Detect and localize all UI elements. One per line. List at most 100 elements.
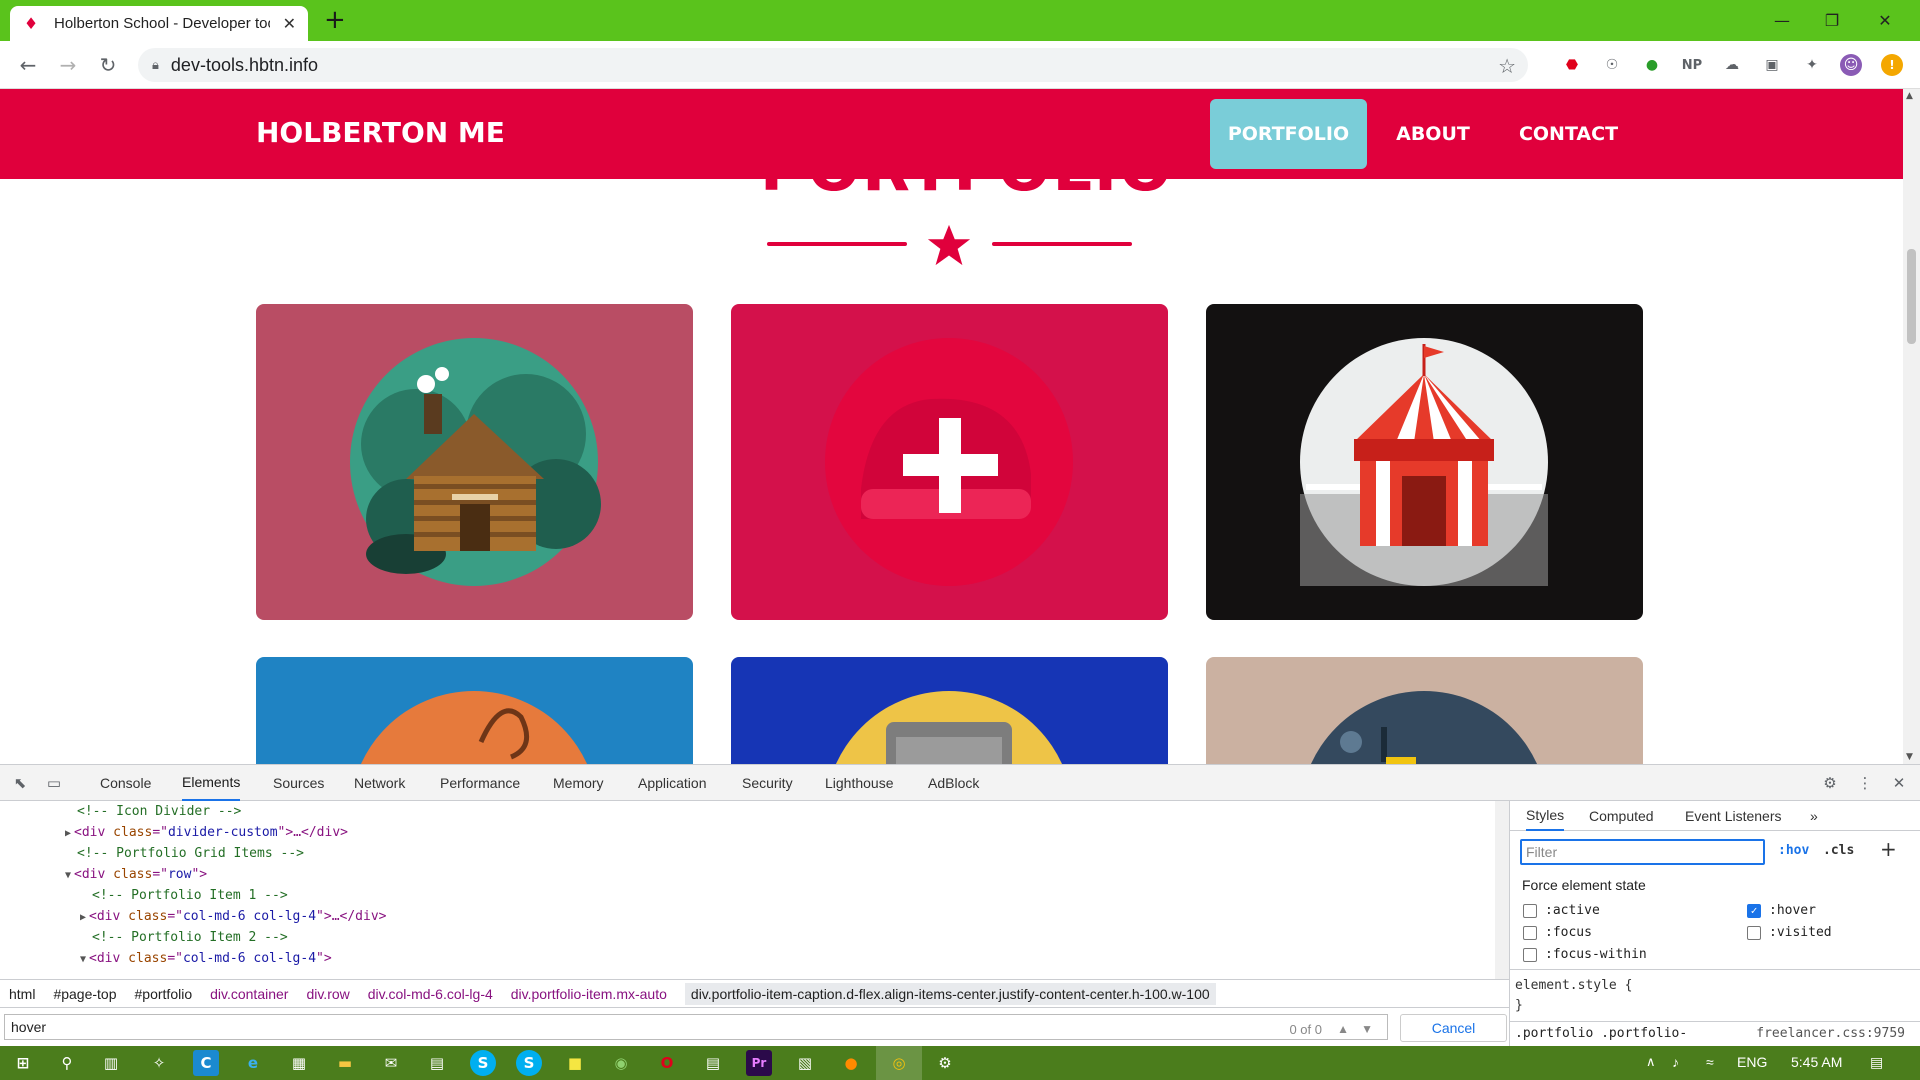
scroll-up-icon[interactable]: ▲ xyxy=(1906,91,1913,101)
portfolio-item-cabin[interactable] xyxy=(256,304,693,620)
state-active-checkbox[interactable]: :active xyxy=(1523,903,1600,918)
clock[interactable]: 5:45 AM xyxy=(1791,1054,1842,1070)
breadcrumb-item[interactable]: div.portfolio-item.mx-auto xyxy=(511,986,667,1002)
state-hover-checkbox[interactable]: ✓:hover xyxy=(1747,903,1816,918)
breadcrumb-item[interactable]: #portfolio xyxy=(135,986,193,1002)
styles-filter-input[interactable]: Filter xyxy=(1520,839,1765,865)
devtools-tab-application[interactable]: Application xyxy=(638,765,707,801)
app-icon[interactable]: ◉ xyxy=(608,1050,634,1076)
inspect-element-icon[interactable]: ⬉ xyxy=(10,773,30,793)
app-icon[interactable]: ✧ xyxy=(146,1050,172,1076)
nav-portfolio[interactable]: PORTFOLIO xyxy=(1210,99,1367,169)
breadcrumb-item[interactable]: div.row xyxy=(306,986,349,1002)
skype-icon[interactable]: S xyxy=(470,1050,496,1076)
devtools-tab-console[interactable]: Console xyxy=(100,765,151,801)
new-tab-icon[interactable]: + xyxy=(324,6,346,34)
search-icon[interactable]: ⚲ xyxy=(54,1050,80,1076)
windows-start-icon[interactable]: ⊞ xyxy=(10,1050,36,1076)
devtools-tab-network[interactable]: Network xyxy=(354,765,405,801)
state-focus-checkbox[interactable]: :focus xyxy=(1523,925,1592,940)
back-icon[interactable]: ← xyxy=(14,51,42,79)
dom-line[interactable]: <!-- Icon Divider --> xyxy=(77,801,241,822)
address-bar[interactable]: 🔒︎ dev-tools.hbtn.info ☆ xyxy=(138,48,1528,82)
devtools-tab-adblock[interactable]: AdBlock xyxy=(928,765,979,801)
opera-icon[interactable]: O xyxy=(654,1050,680,1076)
breadcrumb-item[interactable]: html xyxy=(9,986,35,1002)
app-icon[interactable]: ▧ xyxy=(792,1050,818,1076)
devtools-tab-elements[interactable]: Elements xyxy=(182,765,241,801)
scroll-down-icon[interactable]: ▼ xyxy=(1906,752,1913,762)
sticky-notes-icon[interactable]: ■ xyxy=(562,1050,588,1076)
site-brand[interactable]: HOLBERTON ME xyxy=(256,116,505,149)
close-window-icon[interactable]: ✕ xyxy=(1855,0,1915,41)
nav-about[interactable]: ABOUT xyxy=(1383,99,1483,169)
portfolio-item-submarine[interactable] xyxy=(1206,657,1643,764)
reload-icon[interactable]: ↻ xyxy=(94,51,122,79)
state-focus-within-checkbox[interactable]: :focus-within xyxy=(1523,947,1647,962)
state-visited-checkbox[interactable]: :visited xyxy=(1747,925,1832,940)
devtools-tab-security[interactable]: Security xyxy=(742,765,793,801)
tray-up-arrow-icon[interactable]: ∧ xyxy=(1646,1054,1656,1070)
tab-styles[interactable]: Styles xyxy=(1526,801,1565,831)
dom-line[interactable]: ▼ <div class="col-md-6 col-lg-4"> xyxy=(80,948,332,969)
dom-line[interactable]: <!-- Portfolio Grid Items --> xyxy=(77,843,304,864)
language-indicator[interactable]: ENG xyxy=(1737,1054,1767,1070)
dom-line[interactable]: ▼ <div class="row"> xyxy=(65,864,207,885)
breadcrumb-item-selected[interactable]: div.portfolio-item-caption.d-flex.align-… xyxy=(684,982,1216,1005)
cloud-icon[interactable]: ☁ xyxy=(1721,54,1743,76)
portfolio-item-game[interactable] xyxy=(256,657,693,764)
expand-triangle-icon[interactable]: ▶ xyxy=(80,912,86,923)
dom-tree[interactable]: <!-- Icon Divider --> ▶ <div class="divid… xyxy=(0,801,1495,979)
dom-scrollbar[interactable] xyxy=(1495,801,1509,979)
np-extension-icon[interactable]: NP xyxy=(1681,54,1703,76)
cancel-button[interactable]: Cancel xyxy=(1400,1014,1507,1042)
devtools-tab-sources[interactable]: Sources xyxy=(273,765,324,801)
edge-icon[interactable]: e xyxy=(240,1050,266,1076)
close-tab-icon[interactable]: ✕ xyxy=(283,14,296,33)
tab-computed[interactable]: Computed xyxy=(1589,801,1654,831)
element-style-rule[interactable]: element.style { } xyxy=(1510,969,1920,1021)
store-icon[interactable]: ▦ xyxy=(286,1050,312,1076)
rule-source-link[interactable]: freelancer.css:9759 xyxy=(1756,1026,1905,1041)
key-icon[interactable]: ☉ xyxy=(1601,54,1623,76)
settings-gear-icon[interactable]: ⚙ xyxy=(1820,773,1840,793)
devtools-tab-performance[interactable]: Performance xyxy=(440,765,520,801)
bookmark-star-icon[interactable]: ☆ xyxy=(1498,54,1516,78)
devtools-tab-memory[interactable]: Memory xyxy=(553,765,604,801)
dom-line[interactable]: <!-- Portfolio Item 2 --> xyxy=(92,927,288,948)
devtools-tab-lighthouse[interactable]: Lighthouse xyxy=(825,765,894,801)
camera-icon[interactable]: ▣ xyxy=(1761,54,1783,76)
tab-event-listeners[interactable]: Event Listeners xyxy=(1685,801,1782,831)
forward-icon[interactable]: → xyxy=(54,51,82,79)
app-icon[interactable]: ⚙ xyxy=(932,1050,958,1076)
page-scrollbar[interactable]: ▲ ▼ xyxy=(1903,89,1920,764)
new-style-rule-icon[interactable]: + xyxy=(1880,837,1897,861)
dom-line[interactable]: ▶ <div class="divider-custom">…</div> xyxy=(65,822,348,843)
firefox-icon[interactable]: ● xyxy=(838,1050,864,1076)
more-tabs-icon[interactable]: » xyxy=(1810,801,1818,831)
search-next-icon[interactable]: ▼ xyxy=(1361,1017,1373,1041)
globe-icon[interactable]: ● xyxy=(1641,54,1663,76)
puzzle-icon[interactable]: ✦ xyxy=(1801,54,1823,76)
device-toolbar-icon[interactable]: ▭ xyxy=(44,773,64,793)
wifi-icon[interactable]: ≈ xyxy=(1706,1054,1714,1070)
more-options-icon[interactable]: ⋮ xyxy=(1855,773,1875,793)
breadcrumb-item[interactable]: #page-top xyxy=(53,986,116,1002)
mail-icon[interactable]: ✉ xyxy=(378,1050,404,1076)
close-devtools-icon[interactable]: ✕ xyxy=(1889,773,1909,793)
hov-toggle[interactable]: :hov xyxy=(1778,843,1809,858)
page-scrollbar-thumb[interactable] xyxy=(1907,249,1916,344)
browser-tab[interactable]: ♦ Holberton School - Developer tools ✕ xyxy=(10,6,308,41)
cls-toggle[interactable]: .cls xyxy=(1823,843,1854,858)
dom-search-input[interactable]: hover 0 of 0 ▲ ▼ xyxy=(4,1014,1388,1040)
file-explorer-icon[interactable]: ▬ xyxy=(332,1050,358,1076)
portfolio-item-safe[interactable] xyxy=(731,657,1168,764)
restore-icon[interactable]: ❐ xyxy=(1802,0,1862,41)
nav-contact[interactable]: CONTACT xyxy=(1506,99,1631,169)
skype-business-icon[interactable]: S xyxy=(516,1050,542,1076)
search-prev-icon[interactable]: ▲ xyxy=(1337,1017,1349,1041)
breadcrumb-item[interactable]: div.container xyxy=(210,986,288,1002)
premiere-icon[interactable]: Pr xyxy=(746,1050,772,1076)
expand-triangle-icon[interactable]: ▶ xyxy=(65,828,71,839)
volume-icon[interactable]: ♪ xyxy=(1672,1054,1679,1070)
